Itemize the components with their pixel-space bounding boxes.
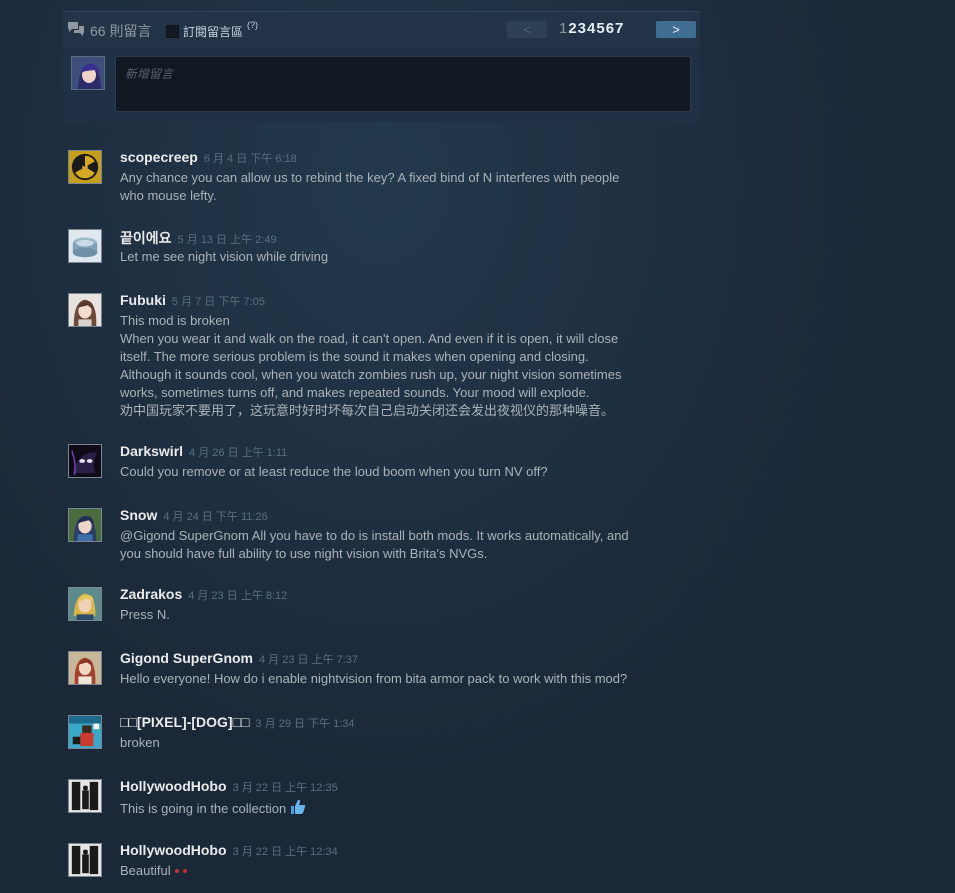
comment-header: Zadrakos 4 月 23 日 上午 8:12 [120, 586, 287, 604]
comment-text: Any chance you can allow us to rebind th… [120, 170, 620, 203]
comment-author[interactable]: 끝이에요 [120, 230, 172, 246]
comment-header: Snow 4 月 24 日 下午 11:26 [120, 507, 268, 525]
subscribe-help-link[interactable]: (?) [247, 20, 258, 30]
comment-timestamp: 3 月 29 日 下午 1:34 [255, 718, 355, 730]
speech-bubbles-icon [68, 22, 84, 36]
comment-timestamp: 5 月 13 日 上午 2:49 [177, 234, 277, 246]
redhead-character-icon[interactable] [68, 651, 102, 685]
comment-author[interactable]: scopecreep [120, 149, 198, 165]
subscribe-label[interactable]: 訂閱留言區 [183, 23, 243, 40]
comment-header: Fubuki 5 月 7 日 下午 7:05 [120, 292, 265, 310]
red-dots-icon [171, 863, 187, 878]
comment-author[interactable]: Fubuki [120, 292, 166, 308]
dark-creature-icon[interactable] [68, 444, 102, 478]
comment-text: This mod is broken When you wear it and … [120, 313, 622, 418]
comment-timestamp: 5 月 7 日 下午 7:05 [171, 296, 265, 308]
comment-text: Hello everyone! How do i enable nightvis… [120, 671, 628, 686]
comment-header: 끝이에요 5 月 13 日 上午 2:49 [120, 228, 277, 248]
radiation-icon[interactable] [68, 150, 102, 184]
doorway-figure-icon[interactable] [68, 779, 102, 813]
blonde-character-icon[interactable] [68, 587, 102, 621]
comment-text: Could you remove or at least reduce the … [120, 464, 548, 479]
comment-text: @Gigond SuperGnom All you have to do is … [120, 528, 629, 561]
comment-author[interactable]: □□[PIXEL]-[DOG]□□ [120, 714, 249, 730]
new-comment-input[interactable]: 新增留言 [115, 56, 691, 112]
page-prev-button[interactable]: < [507, 21, 547, 38]
comment-author[interactable]: Zadrakos [120, 586, 182, 602]
pagination: 1234567 [559, 20, 624, 37]
page-current: 1 [559, 20, 569, 37]
doorway-figure-icon[interactable] [68, 843, 102, 877]
comment-header: □□[PIXEL]-[DOG]□□ 3 月 29 日 下午 1:34 [120, 714, 355, 732]
comment-text: broken [120, 735, 160, 750]
comment-header: Gigond SuperGnom 4 月 23 日 上午 7:37 [120, 650, 358, 668]
comment-count: 66 則留言 [90, 23, 152, 39]
current-user-avatar[interactable] [71, 56, 105, 90]
comment-author[interactable]: Darkswirl [120, 443, 183, 459]
comment-timestamp: 6 月 4 日 下午 6:18 [203, 153, 297, 165]
comment-author[interactable]: Gigond SuperGnom [120, 650, 253, 666]
pixel-art-icon[interactable] [68, 715, 102, 749]
comment-text: Beautiful [120, 862, 670, 880]
comment-author[interactable]: HollywoodHobo [120, 842, 227, 858]
comment-timestamp: 4 月 23 日 上午 7:37 [259, 654, 359, 666]
comment-timestamp: 4 月 23 日 上午 8:12 [188, 590, 288, 602]
comment-header: HollywoodHobo 3 月 22 日 上午 12:35 [120, 778, 338, 796]
comment-header: Darkswirl 4 月 26 日 上午 1:11 [120, 443, 287, 461]
comment-author[interactable]: HollywoodHobo [120, 778, 227, 794]
subscribe-checkbox[interactable] [166, 25, 179, 38]
tin-can-icon[interactable] [68, 229, 102, 263]
comment-author[interactable]: Snow [120, 507, 157, 523]
comment-text: Press N. [120, 607, 170, 622]
thumbs-up-icon [291, 799, 306, 814]
page-links[interactable]: 234567 [568, 20, 624, 37]
comment-timestamp: 4 月 26 日 上午 1:11 [189, 447, 288, 459]
comment-text-content: Beautiful [120, 863, 171, 878]
comment-timestamp: 3 月 22 日 上午 12:35 [232, 782, 338, 794]
comment-text: Let me see night vision while driving [120, 249, 329, 264]
anime-boy-icon[interactable] [68, 508, 102, 542]
comment-header: HollywoodHobo 3 月 22 日 上午 12:34 [120, 842, 338, 860]
comment-thread-header: 66 則留言 訂閱留言區 (?) < 1234567 > [63, 11, 700, 48]
comment-timestamp: 4 月 24 日 下午 11:26 [163, 511, 268, 523]
page-next-button[interactable]: > [656, 21, 696, 38]
anime-girl-icon[interactable] [68, 293, 102, 327]
comment-header: scopecreep 6 月 4 日 下午 6:18 [120, 149, 297, 167]
comment-timestamp: 3 月 22 日 上午 12:34 [232, 846, 338, 858]
comment-text: This is going in the collection [120, 798, 670, 818]
comment-text-content: This is going in the collection [120, 801, 287, 816]
